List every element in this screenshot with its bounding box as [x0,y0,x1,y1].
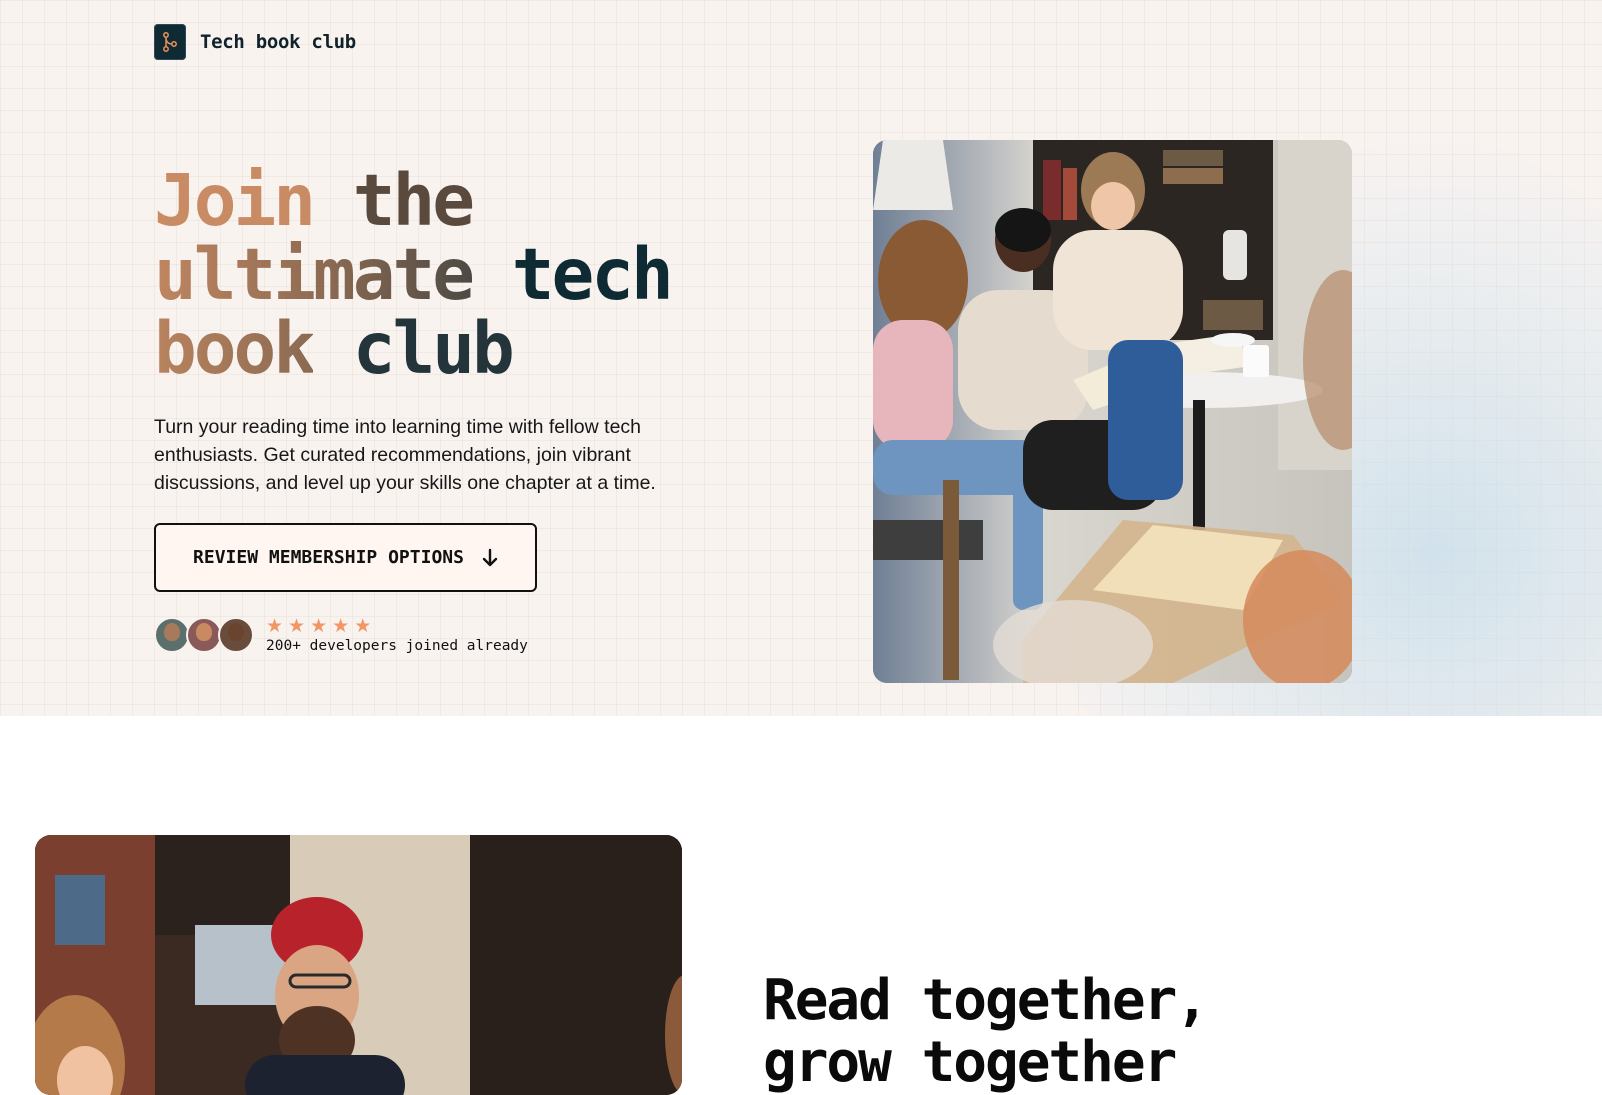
section-title-line-2: grow together [763,1030,1177,1095]
avatar [186,616,222,653]
branch-icon [154,24,186,60]
headline-line-2: ultimate tech [154,238,674,312]
brand-home-link[interactable]: Tech book club [154,24,356,60]
arrow-down-icon [482,548,498,568]
social-proof: ★ ★ ★ ★ ★ 200+ developers joined already [154,615,528,654]
hero-headline: Join the ultimate tech book club [154,164,674,386]
review-membership-button[interactable]: REVIEW MEMBERSHIP OPTIONS [154,523,537,592]
headline-word: club [352,307,515,390]
star-rating: ★ ★ ★ ★ ★ [266,617,528,636]
avatar [154,616,190,653]
social-proof-text: 200+ developers joined already [266,638,528,654]
star-icon: ★ [288,615,306,637]
group-reading-photo [873,140,1352,683]
people-in-cafe-photo [35,835,682,1095]
star-icon: ★ [266,615,284,637]
star-icon: ★ [310,615,328,637]
rating-block: ★ ★ ★ ★ ★ 200+ developers joined already [266,615,528,655]
member-avatars [154,616,254,653]
headline-line-1: Join the [154,164,671,238]
hero-subtext: Turn your reading time into learning tim… [154,416,656,494]
hero-section: Tech book club Join the ultimate tech bo… [0,0,1602,716]
avatar [218,616,254,653]
cta-label: REVIEW MEMBERSHIP OPTIONS [193,547,464,568]
headline-word: tech [511,233,674,316]
headline-word: the [352,159,475,242]
headline-word: ultimate [154,233,475,316]
headline-line-3: book club [154,312,671,386]
star-icon: ★ [354,615,372,637]
star-icon: ★ [332,615,350,637]
section-title: Read together, grow together [763,968,1209,1095]
section-title-line-1: Read together, [763,968,1209,1033]
headline-word: book [154,307,316,390]
headline-word: Join [154,159,316,242]
brand-name: Tech book club [200,31,356,53]
